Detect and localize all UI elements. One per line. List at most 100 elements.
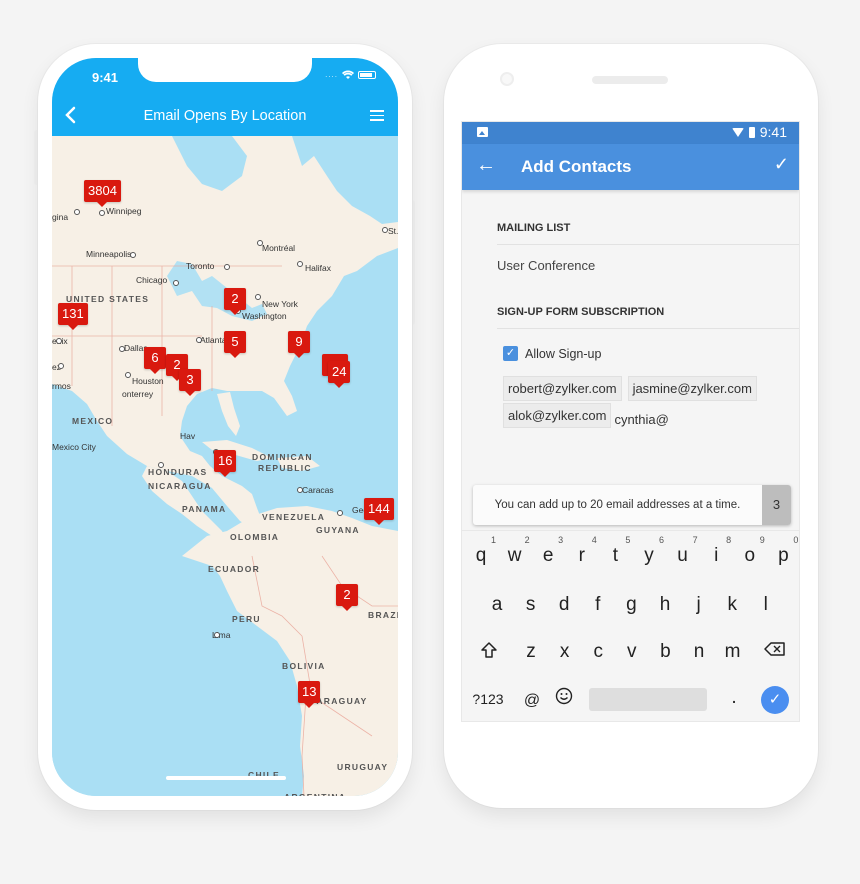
key-e[interactable]: e3 bbox=[533, 535, 563, 567]
mailing-list-value[interactable]: User Conference bbox=[497, 258, 595, 273]
at-key[interactable]: @ bbox=[517, 692, 547, 710]
iphone-device: gina Winnipeg Minneapolis Chicago Toronto Mon… bbox=[38, 44, 412, 810]
home-indicator[interactable] bbox=[166, 776, 286, 780]
city-dot-icon bbox=[255, 294, 261, 300]
back-button[interactable]: ← bbox=[476, 154, 496, 177]
key-j[interactable]: j bbox=[684, 594, 714, 616]
key-r[interactable]: r4 bbox=[567, 535, 597, 567]
wifi-icon bbox=[342, 70, 354, 79]
location-marker[interactable]: 2 bbox=[336, 584, 358, 611]
email-chip[interactable]: alok@zylker.com bbox=[503, 403, 612, 428]
map-city-label: Mexico City bbox=[52, 442, 96, 452]
map-country-label: DOMINICAN bbox=[252, 452, 313, 462]
map-city-label: Winnipeg bbox=[106, 206, 142, 216]
location-marker[interactable]: 13 bbox=[298, 681, 321, 708]
enter-key[interactable]: ✓ bbox=[761, 686, 789, 714]
key-p[interactable]: p0 bbox=[768, 535, 798, 567]
map-city-label: Washington bbox=[242, 311, 287, 321]
key-o[interactable]: o9 bbox=[735, 535, 765, 567]
location-marker[interactable]: 3 bbox=[179, 369, 201, 396]
map-city-label: onterrey bbox=[122, 389, 154, 399]
email-chip[interactable]: robert@zylker.com bbox=[503, 376, 622, 401]
location-marker[interactable]: 16 bbox=[214, 450, 237, 477]
key-t[interactable]: t5 bbox=[600, 535, 631, 567]
key-x[interactable]: x bbox=[550, 641, 580, 663]
key-hint: 7 bbox=[692, 535, 698, 545]
speaker bbox=[592, 76, 668, 84]
location-marker[interactable]: 5 bbox=[224, 331, 246, 358]
map-city-label: Chicago bbox=[136, 275, 168, 285]
android-status-bar: 9:41 bbox=[462, 122, 799, 144]
allow-signup-checkbox[interactable]: ✓ Allow Sign-up bbox=[503, 346, 601, 361]
location-marker[interactable]: 144 bbox=[364, 498, 394, 525]
key-k[interactable]: k bbox=[717, 594, 747, 616]
map-view[interactable]: gina Winnipeg Minneapolis Chicago Toronto Mon… bbox=[52, 136, 398, 796]
shift-key[interactable] bbox=[474, 641, 504, 665]
email-chips-field[interactable]: robert@zylker.com jasmine@zylker.com alo… bbox=[503, 376, 793, 428]
key-w[interactable]: w2 bbox=[500, 535, 530, 567]
map-country-label: PERU bbox=[232, 614, 261, 624]
key-l[interactable]: l bbox=[751, 594, 781, 616]
city-dot-icon bbox=[125, 372, 131, 378]
key-z[interactable]: z bbox=[516, 641, 546, 663]
key-a[interactable]: a bbox=[482, 594, 512, 616]
key-v[interactable]: v bbox=[617, 641, 647, 663]
checkmark-icon: ✓ bbox=[773, 154, 789, 174]
city-dot-icon bbox=[158, 462, 164, 468]
map-country-label: PANAMA bbox=[182, 504, 227, 514]
location-marker[interactable]: 9 bbox=[288, 331, 310, 358]
map-city-label: Hav bbox=[180, 431, 196, 441]
mailing-list-heading: MAILING LIST bbox=[497, 222, 571, 234]
app-bar: ← Add Contacts ✓ bbox=[462, 144, 799, 190]
key-b[interactable]: b bbox=[650, 641, 680, 663]
key-d[interactable]: d bbox=[549, 594, 579, 616]
checkmark-icon: ✓ bbox=[768, 691, 782, 708]
backspace-key[interactable] bbox=[760, 641, 790, 663]
map-country-label: ARGENTINA bbox=[284, 792, 346, 796]
key-q[interactable]: q1 bbox=[466, 535, 496, 567]
key-c[interactable]: c bbox=[583, 641, 613, 663]
location-marker[interactable]: 6 bbox=[144, 347, 166, 374]
map-city-label: Toronto bbox=[186, 261, 215, 271]
city-dot-icon bbox=[74, 209, 80, 215]
map-city-label: Minneapolis bbox=[86, 249, 132, 259]
key-f[interactable]: f bbox=[583, 594, 613, 616]
map-city-label: Montréal bbox=[262, 243, 296, 253]
emoji-key[interactable] bbox=[549, 687, 579, 711]
location-marker[interactable]: 2 bbox=[224, 288, 246, 315]
camera bbox=[500, 72, 514, 86]
location-marker[interactable]: 24 bbox=[328, 361, 351, 388]
period-key[interactable]: . bbox=[719, 687, 749, 709]
status-time: 9:41 bbox=[92, 70, 119, 85]
symbols-key[interactable]: ?123 bbox=[470, 691, 506, 707]
location-marker[interactable]: 3804 bbox=[84, 180, 121, 207]
city-dot-icon bbox=[56, 338, 62, 344]
city-dot-icon bbox=[337, 510, 343, 516]
key-s[interactable]: s bbox=[516, 594, 546, 616]
key-i[interactable]: i8 bbox=[701, 535, 731, 567]
key-n[interactable]: n bbox=[684, 641, 714, 663]
key-h[interactable]: h bbox=[650, 594, 680, 616]
key-hint: 4 bbox=[591, 535, 597, 545]
map-country-label: BRAZI bbox=[368, 610, 398, 620]
map-country-label: REPUBLIC bbox=[258, 463, 312, 473]
key-g[interactable]: g bbox=[616, 594, 646, 616]
status-icons: 9:41 bbox=[731, 124, 787, 140]
map-country-label: NICARAGUA bbox=[148, 481, 212, 491]
key-u[interactable]: u7 bbox=[668, 535, 697, 567]
map-country-label: MEXICO bbox=[72, 416, 114, 426]
city-dot-icon bbox=[58, 363, 64, 369]
menu-button[interactable] bbox=[370, 110, 384, 122]
signup-heading: SIGN-UP FORM SUBSCRIPTION bbox=[497, 306, 665, 318]
image-notification-icon bbox=[477, 127, 488, 137]
key-m[interactable]: m bbox=[718, 641, 748, 663]
location-marker[interactable]: 131 bbox=[58, 303, 88, 330]
key-y[interactable]: y6 bbox=[634, 535, 664, 567]
email-chip[interactable]: jasmine@zylker.com bbox=[627, 376, 757, 401]
map-city-label: New York bbox=[262, 299, 298, 309]
email-input[interactable]: cynthia@ bbox=[614, 412, 668, 428]
key-hint: 0 bbox=[793, 535, 799, 545]
android-screen: 9:41 ← Add Contacts ✓ MAILING LIST User … bbox=[461, 121, 800, 722]
space-key[interactable] bbox=[589, 688, 707, 711]
confirm-button[interactable]: ✓ bbox=[774, 154, 789, 175]
